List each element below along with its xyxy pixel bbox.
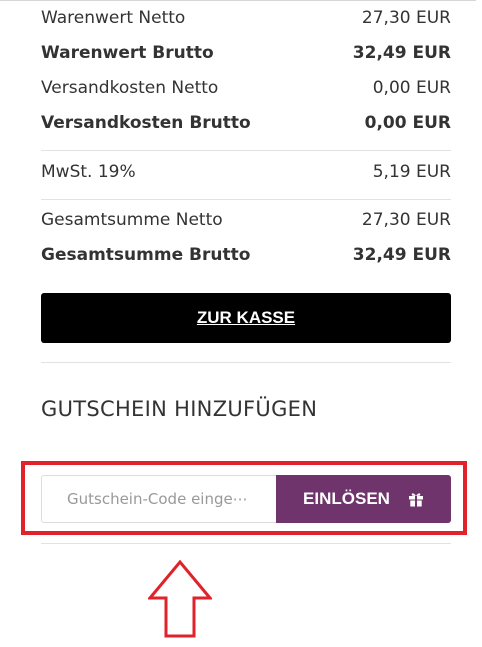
goods-gross-value: 32,49 EUR: [352, 42, 451, 63]
voucher-code-input[interactable]: [41, 475, 276, 523]
vat-label: MwSt. 19%: [41, 161, 136, 182]
shipping-gross-row: Versandkosten Brutto 0,00 EUR: [41, 105, 451, 140]
section-divider: [41, 362, 451, 363]
goods-net-label: Warenwert Netto: [41, 7, 186, 28]
checkout-button[interactable]: ZUR KASSE: [41, 293, 451, 343]
summary-goods-shipping: Warenwert Netto 27,30 EUR Warenwert Brut…: [41, 0, 451, 140]
goods-net-row: Warenwert Netto 27,30 EUR: [41, 0, 451, 35]
redeem-voucher-button[interactable]: EINLÖSEN: [276, 475, 451, 523]
total-gross-row: Gesamtsumme Brutto 32,49 EUR: [41, 237, 451, 272]
order-summary: Warenwert Netto 27,30 EUR Warenwert Brut…: [41, 0, 451, 272]
checkout-button-label: ZUR KASSE: [196, 308, 296, 327]
goods-net-value: 27,30 EUR: [361, 7, 451, 28]
goods-gross-row: Warenwert Brutto 32,49 EUR: [41, 35, 451, 70]
total-net-label: Gesamtsumme Netto: [41, 209, 223, 230]
vat-row: MwSt. 19% 5,19 EUR: [41, 154, 451, 189]
vat-value: 5,19 EUR: [372, 161, 451, 182]
shipping-net-value: 0,00 EUR: [372, 77, 451, 98]
up-arrow-annotation-icon: [148, 560, 212, 638]
total-gross-value: 32,49 EUR: [352, 244, 451, 265]
shipping-net-row: Versandkosten Netto 0,00 EUR: [41, 70, 451, 105]
shipping-gross-label: Versandkosten Brutto: [41, 112, 251, 133]
total-gross-label: Gesamtsumme Brutto: [41, 244, 251, 265]
redeem-button-label: EINLÖSEN: [303, 489, 390, 508]
section-divider-bottom: [41, 543, 451, 544]
total-net-value: 27,30 EUR: [361, 209, 451, 230]
gift-icon: [408, 491, 424, 507]
summary-vat: MwSt. 19% 5,19 EUR: [41, 151, 451, 199]
total-net-row: Gesamtsumme Netto 27,30 EUR: [41, 202, 451, 237]
shipping-gross-value: 0,00 EUR: [364, 112, 451, 133]
shipping-net-label: Versandkosten Netto: [41, 77, 219, 98]
goods-gross-label: Warenwert Brutto: [41, 42, 214, 63]
summary-totals: Gesamtsumme Netto 27,30 EUR Gesamtsumme …: [41, 200, 451, 272]
voucher-heading: GUTSCHEIN HINZUFÜGEN: [41, 397, 318, 421]
